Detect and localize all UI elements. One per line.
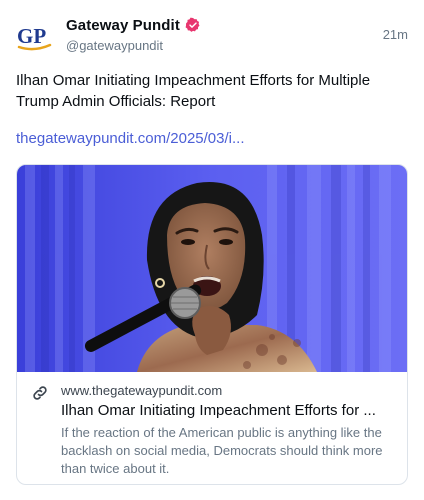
link-preview-card[interactable]: www.thegatewaypundit.com Ilhan Omar Init… — [16, 164, 408, 485]
card-description: If the reaction of the American public i… — [61, 425, 383, 476]
verified-badge-icon — [185, 17, 200, 32]
card-title[interactable]: Ilhan Omar Initiating Impeachment Effort… — [61, 401, 396, 421]
card-domain: www.thegatewaypundit.com — [61, 383, 223, 398]
link-icon — [33, 386, 47, 400]
author-info[interactable]: Gateway Pundit @gatewaypundit — [66, 15, 201, 53]
author-display-name[interactable]: Gateway Pundit — [66, 17, 180, 34]
post-timestamp[interactable]: 21m — [383, 27, 408, 42]
card-image[interactable] — [17, 165, 407, 372]
avatar-text: GP — [17, 24, 46, 48]
post-link[interactable]: thegatewaypundit.com/2025/03/i... — [16, 129, 245, 149]
post[interactable]: GP Gateway Pundit @gatewaypundit 21m Ilh… — [0, 0, 424, 500]
author-avatar[interactable]: GP — [16, 18, 52, 54]
gateway-pundit-logo-icon: GP — [17, 24, 52, 51]
card-body[interactable]: www.thegatewaypundit.com Ilhan Omar Init… — [17, 372, 407, 484]
author-handle[interactable]: @gatewaypundit — [66, 38, 201, 53]
article-photo — [17, 165, 407, 372]
post-text: Ilhan Omar Initiating Impeachment Effort… — [16, 72, 371, 110]
